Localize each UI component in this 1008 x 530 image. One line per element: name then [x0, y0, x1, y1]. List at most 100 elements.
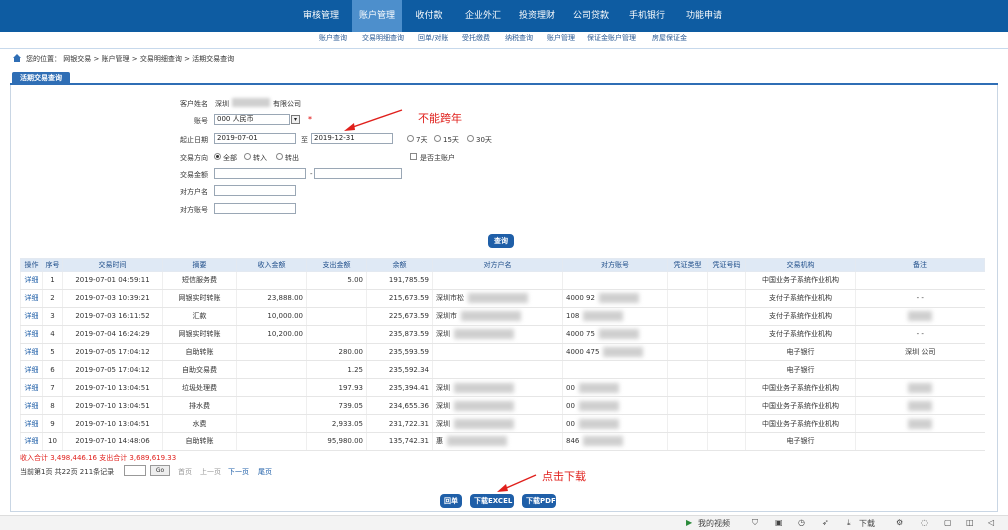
receipt-button[interactable]: 回单: [440, 494, 462, 508]
subnav-receipt[interactable]: 回单/对账: [418, 33, 448, 43]
date-end-input[interactable]: 2019-12-31: [311, 133, 393, 144]
detail-link[interactable]: 详细: [20, 360, 43, 380]
trade-time-text: 2019-07-05 17:04:12: [75, 365, 150, 374]
account-select[interactable]: 000 人民币: [214, 114, 290, 125]
my-videos-label[interactable]: 我的视频: [698, 518, 730, 529]
subnav-account-query[interactable]: 账户查询: [319, 33, 347, 43]
nav-account-mgmt[interactable]: 账户管理: [352, 0, 402, 32]
col-op-header: 操作: [20, 258, 43, 272]
trade-time-text: 2019-07-03 16:11:52: [75, 312, 150, 321]
detail-link-text[interactable]: 详细: [25, 294, 39, 302]
chevron-down-icon[interactable]: ▾: [291, 115, 300, 124]
subnav-tax[interactable]: 纳税查询: [505, 33, 533, 43]
detail-link[interactable]: 详细: [20, 378, 43, 398]
detail-link-text[interactable]: 详细: [25, 348, 39, 356]
settings-icon[interactable]: ⚙: [896, 518, 903, 527]
download-pdf-button[interactable]: 下载PDF: [522, 494, 556, 508]
subnav-fee[interactable]: 受托缴费: [462, 33, 490, 43]
detail-link-text[interactable]: 详细: [25, 276, 39, 284]
date-start-input[interactable]: 2019-07-01: [214, 133, 296, 144]
row-number-text: 9: [50, 419, 55, 428]
tab-current-query[interactable]: 活期交易查询: [12, 72, 70, 85]
go-button[interactable]: Go: [150, 465, 170, 476]
counterparty-acct-input[interactable]: [214, 203, 296, 214]
rocket-icon[interactable]: ➶: [822, 518, 829, 527]
detail-link-text[interactable]: 详细: [25, 402, 39, 410]
window-icon[interactable]: ▢: [944, 518, 952, 527]
download-excel-button[interactable]: 下载EXCEL: [470, 494, 514, 508]
detail-link[interactable]: 详细: [20, 325, 43, 344]
detail-link-text[interactable]: 详细: [25, 437, 39, 445]
counterparty-name: 深圳: [432, 325, 563, 344]
direction-in-radio[interactable]: [244, 153, 251, 160]
row-number: 2: [42, 289, 63, 308]
chat-icon[interactable]: ◌: [921, 518, 928, 527]
detail-link-text[interactable]: 详细: [25, 384, 39, 392]
nav-payments[interactable]: 收付款: [406, 0, 452, 32]
nav-apply[interactable]: 功能申请: [676, 0, 732, 32]
clock-icon[interactable]: ◷: [798, 518, 805, 527]
counterparty-account-text: 00: [566, 419, 575, 428]
trade-org-text: 中国业务子系统作业机构: [762, 401, 839, 410]
nav-invest[interactable]: 投资理财: [512, 0, 562, 32]
page-number-input[interactable]: [124, 465, 146, 476]
last-page-link[interactable]: 尾页: [258, 467, 272, 477]
detail-link[interactable]: 详细: [20, 343, 43, 362]
col-cp-name-header: 对方户名: [432, 258, 563, 272]
next-page-link[interactable]: 下一页: [228, 467, 249, 477]
detail-link-text[interactable]: 详细: [25, 312, 39, 320]
own-account-checkbox[interactable]: [410, 153, 417, 160]
detail-link[interactable]: 详细: [20, 307, 43, 326]
direction-out-radio[interactable]: [276, 153, 283, 160]
nav-forex[interactable]: 企业外汇: [458, 0, 508, 32]
detail-link-text[interactable]: 详细: [25, 420, 39, 428]
download-label[interactable]: 下载: [859, 518, 875, 529]
range-7-radio[interactable]: [407, 135, 414, 142]
amount-min-input[interactable]: [214, 168, 306, 179]
nav-mobile[interactable]: 手机银行: [622, 0, 672, 32]
balance-text: 215,673.59: [388, 294, 429, 303]
trade-org: 支付子系统作业机构: [745, 325, 856, 344]
first-page-link[interactable]: 首页: [178, 467, 192, 477]
home-icon[interactable]: [12, 53, 22, 63]
income-amount: [236, 343, 307, 362]
table-row: 详细 6 2019-07-05 17:04:12 自助交易费 1.25 235,592.3…: [20, 360, 985, 380]
detail-link[interactable]: 详细: [20, 271, 43, 290]
range-15-radio[interactable]: [434, 135, 441, 142]
detail-link[interactable]: 详细: [20, 289, 43, 308]
row-number-text: 10: [48, 437, 57, 446]
redacted-block: [454, 400, 514, 411]
subnav-deposit-manage[interactable]: 保证金账户管理: [587, 33, 636, 43]
amount-max-input[interactable]: [314, 168, 402, 179]
image-icon[interactable]: ▣: [775, 518, 783, 527]
query-button[interactable]: 查询: [488, 234, 514, 248]
sound-icon[interactable]: ◁: [988, 518, 994, 527]
table-body: 详细 1 2019-07-01 04:59:11 短信服务费 5.00 191,785.5…: [20, 271, 985, 451]
range-30-radio[interactable]: [467, 135, 474, 142]
nav-audit[interactable]: 审核管理: [294, 0, 348, 32]
nav-loans[interactable]: 公司贷款: [566, 0, 616, 32]
subnav-house-deposit[interactable]: 房屋保证金: [652, 33, 687, 43]
video-play-icon[interactable]: ▶: [686, 518, 692, 527]
trade-time-text: 2019-07-10 13:04:51: [75, 383, 150, 392]
trade-time: 2019-07-10 14:48:06: [62, 432, 163, 451]
detail-link-text[interactable]: 详细: [25, 330, 39, 338]
split-icon[interactable]: ◫: [966, 518, 974, 527]
download-icon[interactable]: ⤓: [847, 518, 851, 528]
counterparty-account: 00: [562, 396, 668, 416]
direction-all-radio[interactable]: [214, 153, 221, 160]
direction-label: 交易方向: [180, 154, 208, 162]
counterparty-name-input[interactable]: [214, 185, 296, 196]
subnav-detail-query[interactable]: 交易明细查询: [362, 33, 404, 43]
prev-page-link[interactable]: 上一页: [200, 467, 221, 477]
subnav-account-manage[interactable]: 账户管理: [547, 33, 575, 43]
detail-link[interactable]: 详细: [20, 432, 43, 451]
detail-link[interactable]: 详细: [20, 396, 43, 416]
amount-separator: -: [310, 170, 313, 178]
trade-org-text: 支付子系统作业机构: [769, 330, 832, 339]
detail-link[interactable]: 详细: [20, 414, 43, 434]
income-amount: [236, 432, 307, 451]
pager-info: 当前第1页 共22页 211条记录: [20, 468, 115, 476]
shield-icon[interactable]: ⛉: [752, 518, 758, 528]
detail-link-text[interactable]: 详细: [25, 366, 39, 374]
